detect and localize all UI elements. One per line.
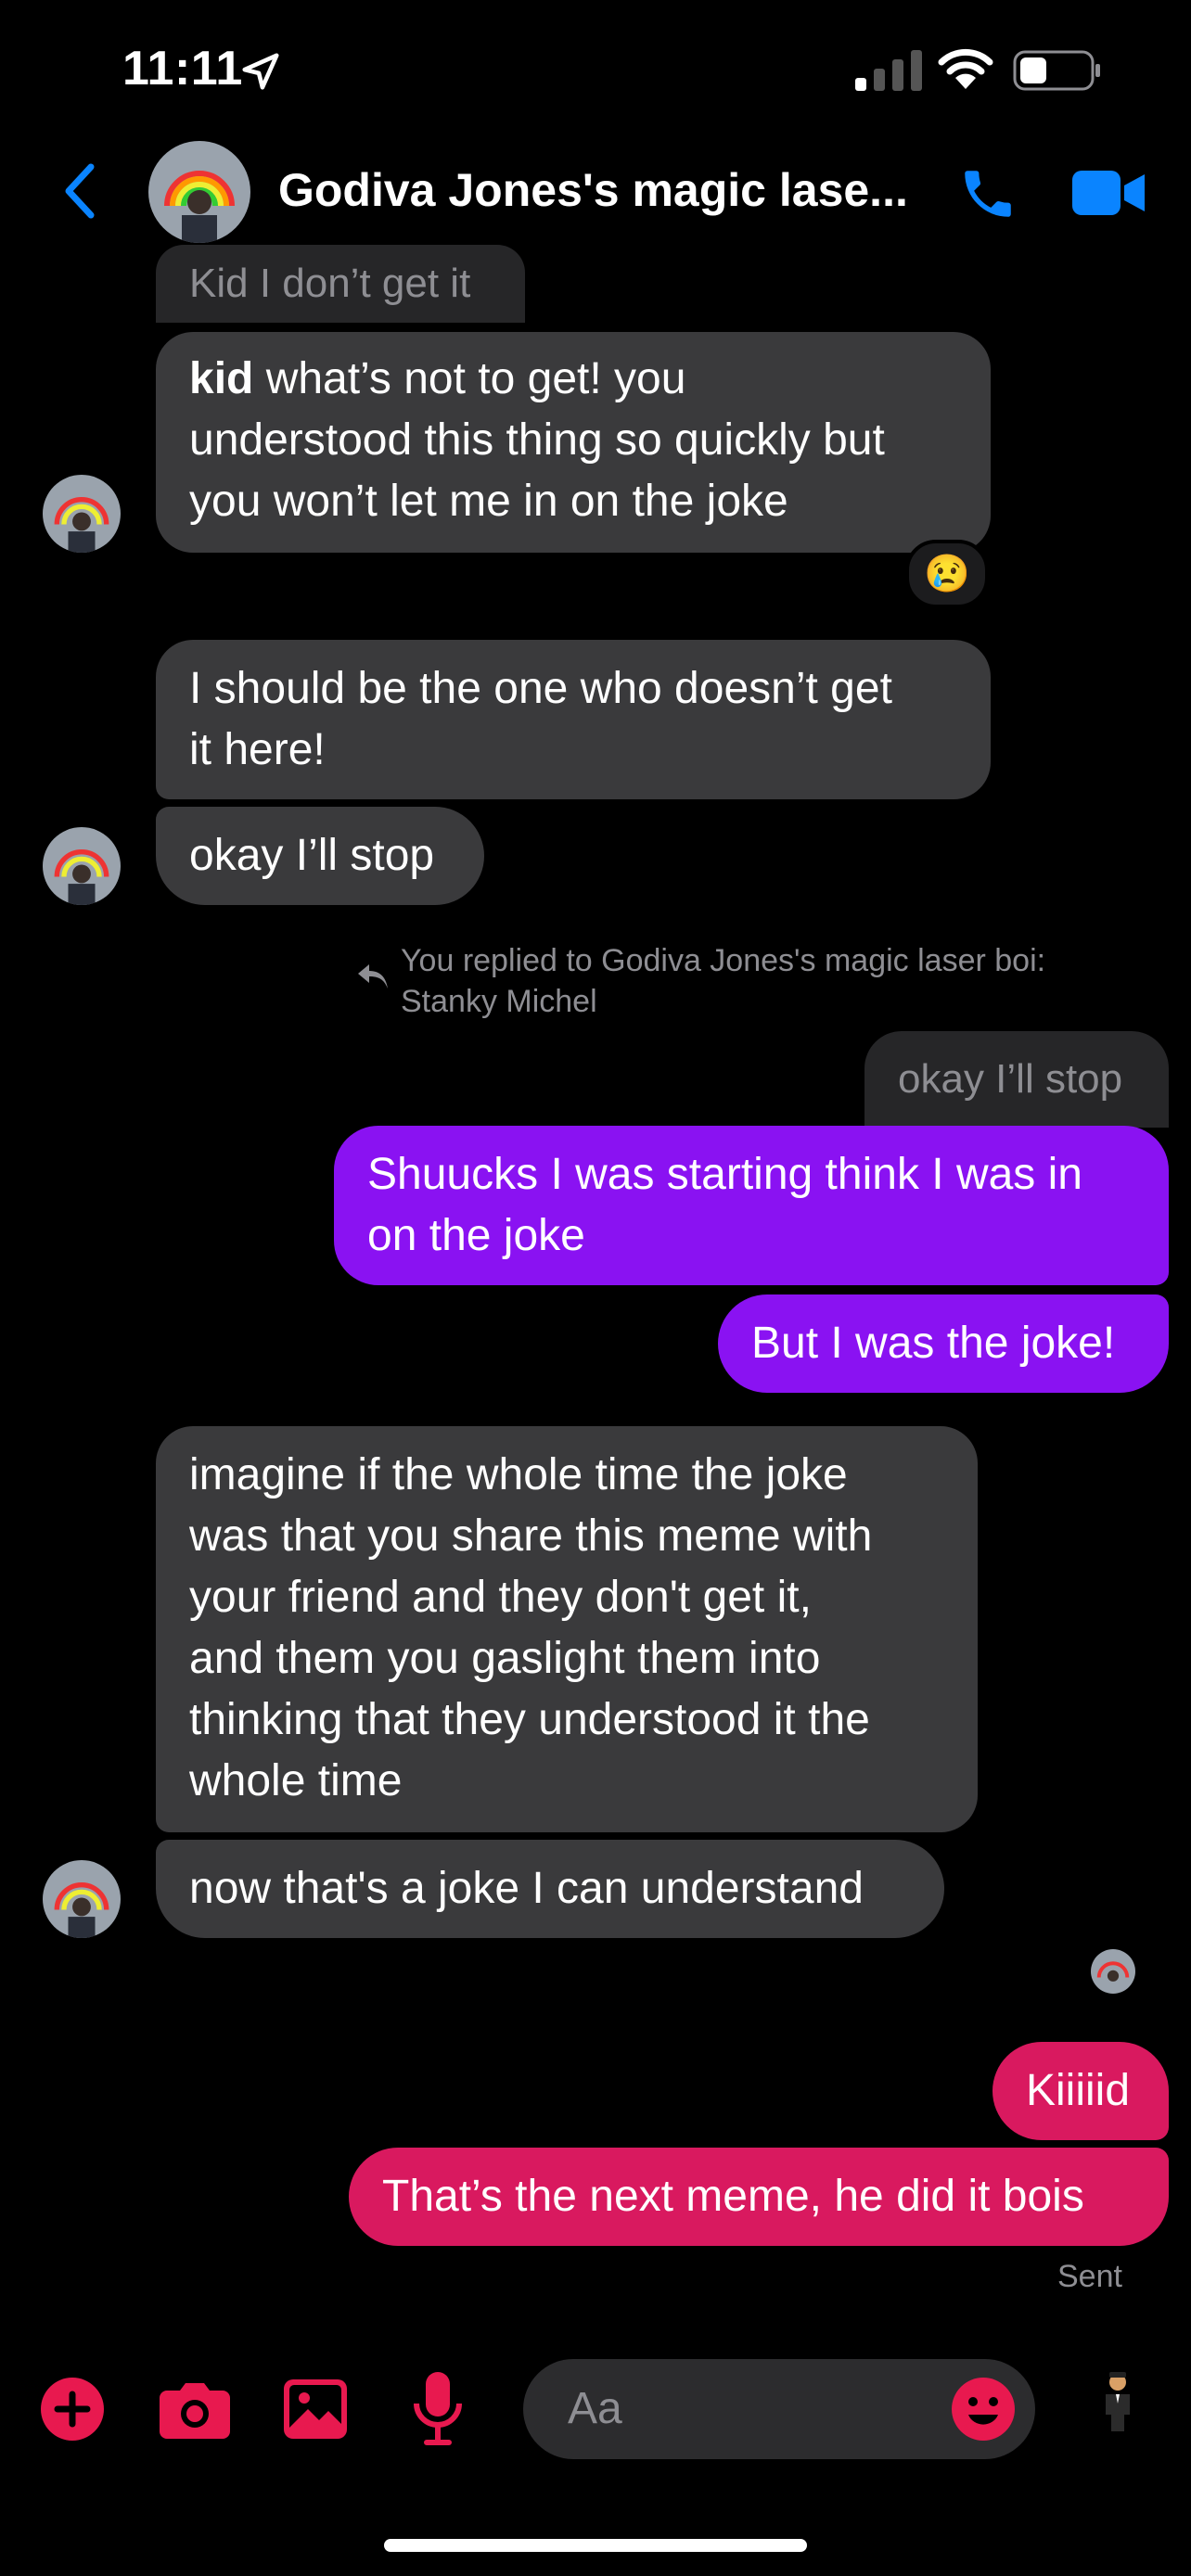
message-bubble[interactable]: Kiiiiid: [992, 2042, 1169, 2140]
sender-avatar[interactable]: [43, 827, 121, 905]
phone-icon[interactable]: [957, 163, 1018, 224]
message-line: you won’t let me in on the joke: [189, 477, 788, 526]
home-indicator[interactable]: [384, 2539, 807, 2552]
reaction-badge[interactable]: 😢: [905, 540, 989, 608]
reply-arrow-icon: [358, 964, 388, 988]
message-line: Shuucks I was starting think I was in: [367, 1150, 1082, 1199]
conversation-title[interactable]: Godiva Jones's magic lase...: [278, 163, 928, 217]
message-bubble[interactable]: Shuucks I was starting think I was in on…: [334, 1126, 1169, 1285]
message-text: what’s not to get! you: [253, 354, 686, 403]
back-chevron-icon[interactable]: [61, 161, 98, 221]
location-arrow-icon: [242, 53, 279, 90]
message-bubble[interactable]: That’s the next meme, he did it bois: [349, 2148, 1169, 2246]
message-line: thinking that they understood it the: [189, 1695, 870, 1744]
avatar[interactable]: [148, 141, 250, 243]
quoted-message: okay I’ll stop: [864, 1031, 1169, 1128]
microphone-icon[interactable]: [412, 2372, 464, 2446]
crying-emoji-icon: 😢: [924, 554, 970, 594]
message-text: now that's a joke I can understand: [189, 1864, 864, 1913]
message-text: okay I’ll stop: [189, 831, 435, 880]
reply-context-line: You replied to Godiva Jones's magic lase…: [401, 943, 1046, 978]
camera-icon[interactable]: [160, 2379, 230, 2439]
message-text: But I was the joke!: [751, 1319, 1116, 1368]
message-line: imagine if the whole time the joke: [189, 1450, 848, 1499]
signal-icon: [855, 50, 922, 91]
sender-avatar[interactable]: [43, 475, 121, 553]
sender-avatar[interactable]: [43, 1860, 121, 1938]
message-bubble[interactable]: imagine if the whole time the joke was t…: [156, 1426, 978, 1832]
message-text: That’s the next meme, he did it bois: [382, 2172, 1084, 2221]
emoji-icon[interactable]: [952, 2378, 1015, 2441]
message-bubble[interactable]: kid what’s not to get! you understood th…: [156, 332, 991, 553]
message-line: your friend and they don't get it,: [189, 1573, 812, 1622]
delivery-status: Sent: [1057, 2259, 1122, 2294]
message-text: Kiiiiid: [1026, 2066, 1131, 2115]
message-line: was that you share this meme with: [189, 1511, 873, 1561]
message-line: kid what’s not to get! you: [189, 349, 957, 410]
message-bubble[interactable]: I should be the one who doesn’t get it h…: [156, 640, 991, 799]
message-bubble[interactable]: But I was the joke!: [718, 1294, 1169, 1393]
message-line: whole time: [189, 1756, 403, 1805]
reply-context: You replied to Godiva Jones's magic lase…: [401, 940, 1143, 1022]
message-line: understood this thing so quickly but: [189, 415, 885, 465]
quoted-text: okay I’ll stop: [898, 1056, 1123, 1102]
quoted-text: Kid I don’t get it: [189, 261, 471, 306]
bold-text: kid: [189, 354, 254, 403]
plus-icon[interactable]: [41, 2378, 104, 2441]
battery-icon: [1013, 50, 1100, 91]
message-line: it here!: [189, 725, 326, 774]
image-icon[interactable]: [284, 2379, 347, 2439]
reply-context-line: Stanky Michel: [401, 984, 597, 1019]
read-receipt-avatar: [1091, 1949, 1135, 1994]
message-bubble[interactable]: okay I’ll stop: [156, 807, 484, 905]
message-line: on the joke: [367, 1211, 585, 1260]
status-time: 11:11: [122, 42, 243, 96]
quoted-message: Kid I don’t get it: [156, 245, 525, 323]
message-line: and them you gaslight them into: [189, 1634, 821, 1683]
video-icon[interactable]: [1072, 167, 1146, 219]
message-input-placeholder: Aa: [568, 2384, 622, 2433]
avatar-emoji-icon[interactable]: [1102, 2372, 1133, 2433]
message-bubble[interactable]: now that's a joke I can understand: [156, 1840, 944, 1938]
wifi-icon: [938, 48, 993, 89]
message-line: I should be the one who doesn’t get: [189, 664, 892, 713]
